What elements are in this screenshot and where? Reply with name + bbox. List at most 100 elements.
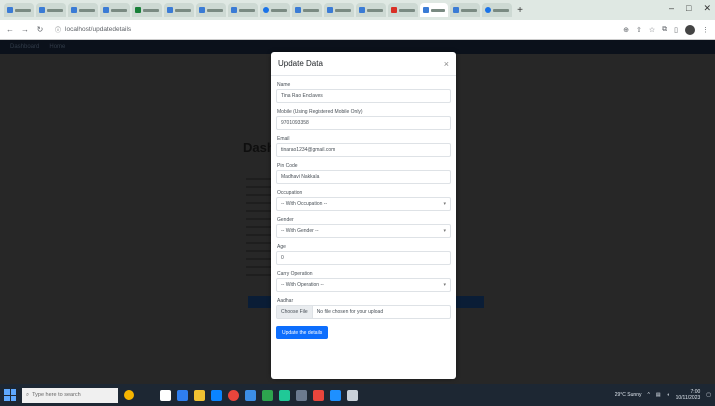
windows-taskbar: ⌕ Type here to search 29°C Sunny ^ ▤ ◖ 7…	[0, 384, 715, 406]
app-icon[interactable]	[296, 389, 307, 401]
field-label: Email	[277, 136, 290, 142]
form-group-age: Age 0	[276, 243, 451, 265]
forward-arrow-icon[interactable]: →	[21, 25, 29, 34]
tab-favicon-icon	[359, 7, 365, 13]
tab-favicon-icon	[263, 7, 269, 13]
tab-favicon-icon	[423, 7, 429, 13]
address-url: localhost/updatedetails	[65, 26, 132, 33]
form-group-email: Email tinarao1234@gmail.com	[276, 135, 451, 157]
form-group-name: Name Tina Rao Enclaves	[276, 81, 451, 103]
chevron-down-icon: ▾	[443, 201, 446, 207]
browser-tab[interactable]	[196, 3, 226, 17]
occupation-select[interactable]: -- With Occupation -- ▾	[276, 197, 451, 211]
menu-kebab-icon[interactable]: ⋮	[702, 26, 709, 34]
profile-avatar-icon[interactable]	[685, 24, 695, 35]
browser-tab[interactable]	[292, 3, 322, 17]
browser-tab[interactable]	[260, 3, 290, 17]
form-group-operation: Carry Operation -- With Operation -- ▾	[276, 270, 451, 292]
modal-body: Name Tina Rao Enclaves Mobile (Using Reg…	[271, 76, 456, 339]
file-status-text: No file chosen for your upload	[316, 309, 384, 315]
select-value: -- With Occupation --	[281, 201, 328, 207]
app-icon[interactable]	[347, 389, 358, 401]
reload-icon[interactable]: ↻	[36, 25, 44, 34]
weather-text[interactable]: 29°C Sunny	[615, 392, 642, 398]
update-data-modal: Update Data × Name Tina Rao Enclaves Mob…	[271, 52, 456, 379]
chevron-down-icon: ▾	[443, 282, 446, 288]
chevron-down-icon: ▾	[443, 228, 446, 234]
edge-icon[interactable]	[211, 389, 222, 401]
task-view-icon[interactable]	[160, 389, 171, 401]
tab-favicon-icon	[7, 7, 13, 13]
browser-tab[interactable]	[356, 3, 386, 17]
app-icon[interactable]	[177, 389, 188, 401]
name-input[interactable]: Tina Rao Enclaves	[276, 89, 451, 103]
taskbar-search-input[interactable]: ⌕ Type here to search	[22, 387, 118, 403]
browser-tab[interactable]	[36, 3, 66, 17]
browser-tab[interactable]	[100, 3, 130, 17]
tab-favicon-icon	[39, 7, 45, 13]
field-label: Carry Operation	[277, 271, 313, 277]
tab-favicon-icon	[71, 7, 77, 13]
maximize-icon[interactable]: □	[686, 3, 691, 14]
back-arrow-icon[interactable]: ←	[6, 25, 14, 34]
browser-tab[interactable]	[164, 3, 194, 17]
browser-tab[interactable]	[450, 3, 480, 17]
field-label: Name	[277, 82, 291, 88]
toolbar-actions: ⊕ ⇧ ☆ ⧉ ▯ ⋮	[623, 24, 709, 35]
bookmark-star-icon[interactable]: ☆	[649, 26, 655, 34]
mobile-input[interactable]: 9701093358	[276, 116, 451, 130]
browser-tab-active[interactable]	[420, 3, 448, 17]
system-tray: 29°C Sunny ^ ▤ ◖ 7:00 10/11/2023 ▢	[615, 389, 711, 401]
zoom-icon[interactable]: ⊕	[623, 26, 629, 34]
tab-favicon-icon	[167, 7, 173, 13]
close-window-icon[interactable]: ✕	[703, 3, 711, 14]
field-label: Mobile (Using Registered Mobile Only)	[277, 109, 363, 115]
sidebar-icon[interactable]: ▯	[674, 26, 678, 34]
browser-tab[interactable]	[68, 3, 98, 17]
aadhar-file-input[interactable]: Choose File No file chosen for your uplo…	[276, 305, 451, 319]
app-icon[interactable]	[279, 389, 290, 401]
weather-widget-icon[interactable]	[124, 388, 154, 402]
app-icon[interactable]	[313, 389, 324, 401]
app-icon[interactable]	[330, 389, 341, 401]
tab-favicon-icon	[453, 7, 459, 13]
browser-tab[interactable]	[228, 3, 258, 17]
update-details-button[interactable]: Update the details	[276, 326, 329, 339]
info-icon[interactable]: ⓘ	[55, 25, 61, 34]
browser-tab[interactable]	[4, 3, 34, 17]
close-icon[interactable]: ×	[444, 59, 449, 69]
tray-chevron-icon[interactable]: ^	[647, 392, 649, 398]
volume-icon[interactable]: ◖	[667, 392, 670, 398]
extensions-icon[interactable]: ⧉	[662, 26, 667, 34]
form-group-pincode: Pin Code Madhavi Nakkala	[276, 162, 451, 184]
app-icon[interactable]	[262, 389, 273, 401]
browser-tab[interactable]	[482, 3, 512, 17]
chrome-icon[interactable]	[228, 389, 239, 401]
new-tab-plus-icon[interactable]: +	[514, 5, 526, 16]
share-icon[interactable]: ⇧	[636, 26, 642, 34]
file-explorer-icon[interactable]	[194, 389, 205, 401]
tab-favicon-icon	[485, 7, 491, 13]
browser-tab[interactable]	[388, 3, 418, 17]
browser-tab[interactable]	[324, 3, 354, 17]
browser-tab[interactable]	[132, 3, 162, 17]
modal-header: Update Data ×	[271, 52, 456, 76]
notification-icon[interactable]: ▢	[706, 392, 711, 398]
tab-favicon-icon	[295, 7, 301, 13]
age-input[interactable]: 0	[276, 251, 451, 265]
mail-icon[interactable]	[245, 389, 256, 401]
tab-favicon-icon	[199, 7, 205, 13]
select-value: -- With Gender --	[281, 228, 319, 234]
email-input[interactable]: tinarao1234@gmail.com	[276, 143, 451, 157]
select-value: -- With Operation --	[281, 282, 324, 288]
taskbar-clock[interactable]: 7:00 10/11/2023	[676, 389, 701, 401]
choose-file-button[interactable]: Choose File	[277, 306, 313, 318]
network-icon[interactable]: ▤	[656, 392, 661, 398]
windows-start-icon[interactable]	[4, 389, 16, 401]
form-group-gender: Gender -- With Gender -- ▾	[276, 216, 451, 238]
minimize-icon[interactable]: –	[669, 3, 674, 14]
gender-select[interactable]: -- With Gender -- ▾	[276, 224, 451, 238]
address-bar[interactable]: ⓘ localhost/updatedetails	[51, 23, 135, 36]
operation-select[interactable]: -- With Operation -- ▾	[276, 278, 451, 292]
pincode-input[interactable]: Madhavi Nakkala	[276, 170, 451, 184]
